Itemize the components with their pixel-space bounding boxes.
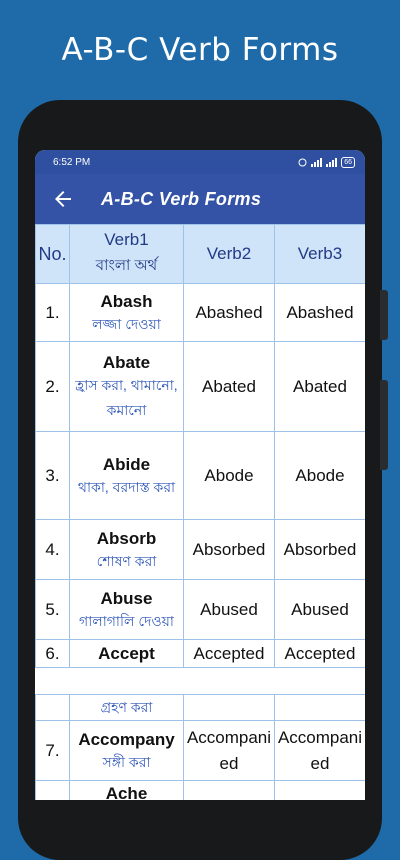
table-gap-row [35, 667, 365, 695]
table-header: No. Verb1 বাংলা অর্থ Verb2 Verb3 [35, 224, 365, 284]
table-row[interactable]: 3. Abide থাকা, বরদাস্ত করা Abode Abode [35, 431, 365, 520]
table-row[interactable]: Ache [35, 780, 365, 800]
verb3-cell [274, 780, 365, 800]
verb1-cell: Ache [69, 780, 184, 800]
status-time: 6:52 PM [53, 156, 91, 168]
header-verb3: Verb3 [274, 224, 365, 284]
header-verb2: Verb2 [183, 224, 275, 284]
row-number: 6. [35, 639, 70, 668]
verb1-word: Ache [105, 784, 148, 800]
verb1-meaning: লজ্জা দেওয়া [92, 315, 161, 332]
app-screen: 6:52 PM 66 A-B-C Verb Forms No. Verb1 বা… [35, 150, 365, 800]
verb3-cell: Abused [274, 579, 365, 640]
table-row[interactable]: 1. Abash লজ্জা দেওয়া Abashed Abashed [35, 283, 365, 342]
table-gap [35, 667, 365, 695]
verb1-cell: Abuse গালাগালি দেওয়া [69, 579, 184, 640]
app-title: A-B-C Verb Forms [101, 188, 262, 209]
signal-icon [311, 157, 323, 167]
verb2-cell [183, 694, 275, 721]
verb1-cell: Accompany সঙ্গী করা [69, 720, 184, 781]
row-number: 1. [35, 283, 70, 342]
verb1-word: Accept [98, 643, 155, 663]
table-row[interactable]: 4. Absorb শোষণ করা Absorbed Absorbed [35, 519, 365, 580]
table-row[interactable]: 5. Abuse গালাগালি দেওয়া Abused Abused [35, 579, 365, 640]
row-number [35, 780, 70, 800]
phone-volume-button [380, 380, 388, 470]
verb3-cell: Accompanied [274, 720, 365, 781]
verb1-word: Abuse [100, 588, 153, 608]
verb2-cell [183, 780, 275, 800]
status-icons: 66 [298, 156, 355, 168]
promo-title: A-B-C Verb Forms [61, 32, 339, 68]
status-bar: 6:52 PM 66 [35, 150, 365, 174]
table-row[interactable]: 6. Accept Accepted Accepted [35, 639, 365, 668]
verb1-meaning: গ্রহণ করা [100, 699, 153, 715]
verb2-cell: Abashed [183, 283, 275, 342]
verb2-cell: Absorbed [183, 519, 275, 580]
verb1-cell: Abate হ্রাস করা, থামানো, কমানো [69, 341, 184, 432]
table-row[interactable]: 2. Abate হ্রাস করা, থামানো, কমানো Abated … [35, 341, 365, 432]
alarm-icon [298, 158, 307, 167]
verb1-cell: Absorb শোষণ করা [69, 519, 184, 580]
verb2-cell: Abated [183, 341, 275, 432]
header-verb1-meaning: বাংলা অর্থ [95, 256, 158, 274]
verb1-cell: গ্রহণ করা [69, 694, 184, 721]
verb1-word: Abide [102, 454, 151, 474]
phone-side-button [380, 290, 388, 340]
app-bar: A-B-C Verb Forms [35, 174, 365, 224]
verb2-cell: Abode [183, 431, 275, 520]
verb1-word: Abash [100, 291, 153, 311]
verb3-cell: Accepted [274, 639, 365, 668]
row-number: 5. [35, 579, 70, 640]
row-number: 4. [35, 519, 70, 580]
header-verb1: Verb1 বাংলা অর্থ [69, 224, 184, 284]
battery-icon: 66 [341, 156, 355, 168]
row-number: 3. [35, 431, 70, 520]
arrow-left-icon[interactable] [51, 187, 75, 211]
table-row[interactable]: 7. Accompany সঙ্গী করা Accompanied Accomp… [35, 720, 365, 781]
verb3-cell [274, 694, 365, 721]
verb2-cell: Accepted [183, 639, 275, 668]
verb-table: No. Verb1 বাংলা অর্থ Verb2 Verb3 1. Abas… [35, 224, 365, 800]
verb1-word: Abate [102, 353, 151, 372]
verb1-meaning: থাকা, বরদাস্ত করা [77, 478, 176, 495]
verb1-meaning: হ্রাস করা, থামানো, কমানো [75, 377, 178, 418]
verb1-word: Absorb [96, 528, 157, 548]
header-verb1-label: Verb1 [104, 229, 149, 249]
verb1-cell: Abide থাকা, বরদাস্ত করা [69, 431, 184, 520]
table-row-continuation[interactable]: গ্রহণ করা [35, 694, 365, 721]
header-no: No. [35, 224, 70, 284]
signal-icon-2 [326, 157, 338, 167]
verb3-cell: Abated [274, 341, 365, 432]
verb3-cell: Abashed [274, 283, 365, 342]
verb2-cell: Accompanied [183, 720, 275, 781]
row-number [35, 694, 70, 721]
verb3-cell: Abode [274, 431, 365, 520]
verb3-cell: Absorbed [274, 519, 365, 580]
verb1-cell: Abash লজ্জা দেওয়া [69, 283, 184, 342]
verb1-meaning: শোষণ করা [96, 552, 157, 569]
row-number: 2. [35, 341, 70, 432]
verb1-cell: Accept [69, 639, 184, 668]
verb1-meaning: সঙ্গী করা [102, 753, 151, 770]
verb2-cell: Abused [183, 579, 275, 640]
row-number: 7. [35, 720, 70, 781]
verb1-meaning: গালাগালি দেওয়া [79, 612, 174, 629]
verb1-word: Accompany [78, 729, 175, 749]
